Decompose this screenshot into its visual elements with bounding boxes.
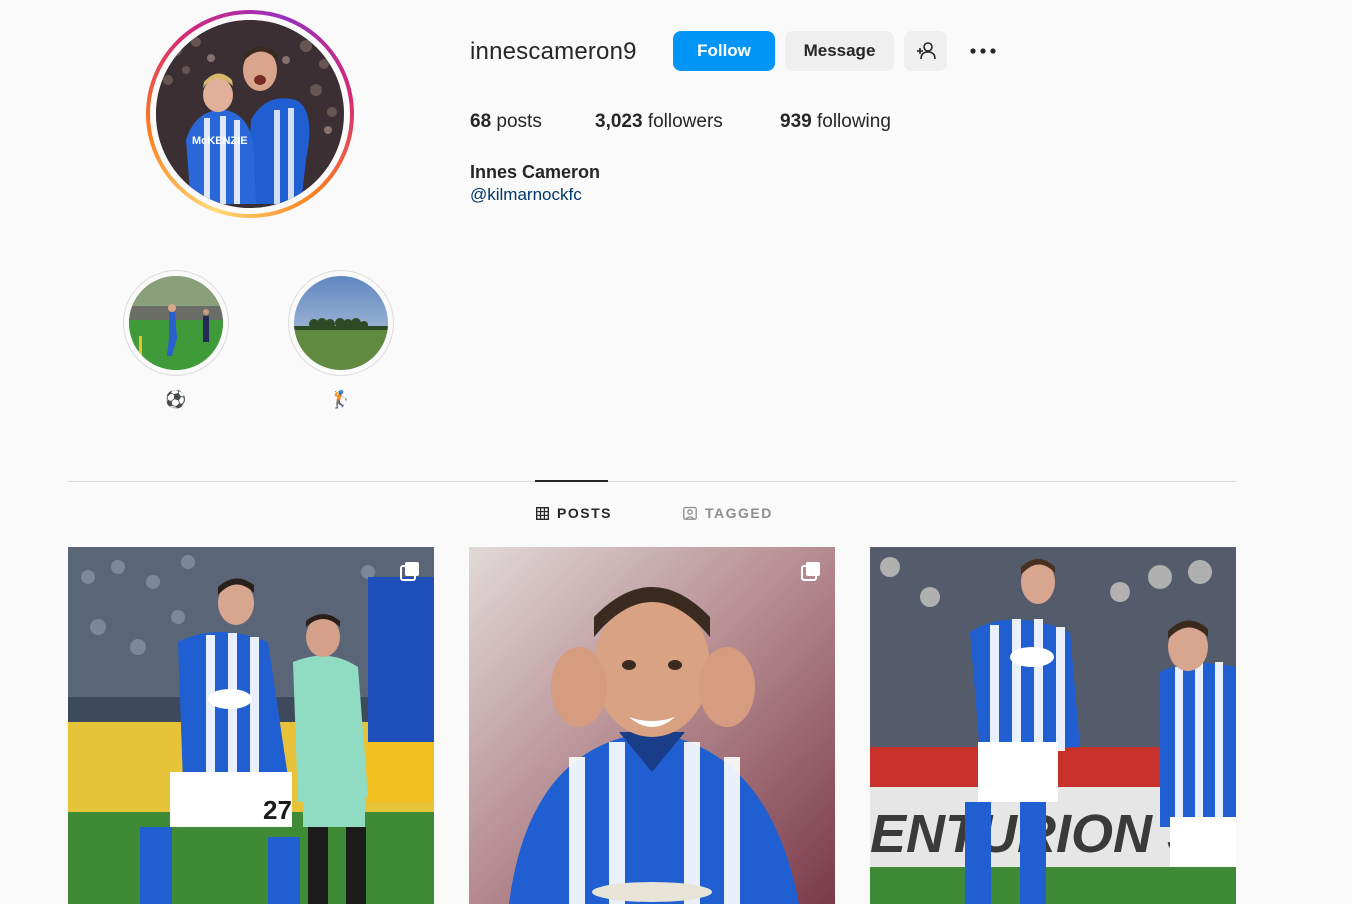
highlight-1[interactable]: ⚽ — [123, 270, 229, 410]
highlight-ring — [123, 270, 229, 376]
more-options-icon — [970, 48, 996, 54]
post-thumbnail[interactable]: 27 — [68, 547, 434, 904]
followers-count: 3,023 — [595, 111, 643, 132]
post-thumbnail[interactable] — [469, 547, 835, 904]
highlight-ring — [288, 270, 394, 376]
avatar-illustration: McKENZIE — [156, 20, 340, 204]
avatar-frame: McKENZIE — [150, 14, 350, 214]
message-button[interactable]: Message — [785, 31, 894, 71]
following-stat[interactable]: 939 following — [780, 111, 891, 133]
highlight-cover-image — [294, 276, 388, 370]
following-label: following — [816, 111, 891, 132]
post-image: ENTURION S — [870, 547, 1236, 904]
follow-button[interactable]: Follow — [673, 31, 775, 71]
highlight-cover — [294, 276, 388, 370]
svg-text:27: 27 — [263, 795, 292, 825]
tab-posts-label: POSTS — [557, 505, 612, 521]
highlight-2[interactable]: 🏌 — [288, 270, 394, 410]
multi-post-icon — [801, 562, 820, 581]
posts-stat: 68 posts — [470, 111, 542, 133]
post-image: 27 — [68, 547, 434, 904]
more-options-button[interactable] — [962, 31, 1004, 71]
tab-posts[interactable]: POSTS — [536, 505, 612, 521]
post-thumbnail[interactable]: ENTURION S — [870, 547, 1236, 904]
multi-post-icon — [400, 562, 419, 581]
highlight-label: ⚽ — [165, 390, 187, 410]
avatar[interactable]: McKENZIE — [156, 20, 344, 208]
profile-full-name: Innes Cameron — [470, 162, 601, 182]
profile-page: McKENZIE innescameron9 Follow Message 68… — [0, 0, 1352, 904]
highlight-cover-image — [129, 276, 223, 370]
grid-icon — [536, 506, 549, 520]
bio-mention-link[interactable]: @kilmarnockfc — [470, 185, 582, 205]
highlight-label: 🏌 — [330, 390, 352, 410]
followers-label: followers — [647, 111, 723, 132]
highlight-cover — [129, 276, 223, 370]
posts-count: 68 — [470, 111, 492, 132]
active-tab-indicator — [535, 480, 608, 482]
following-count: 939 — [780, 111, 812, 132]
tab-tagged[interactable]: TAGGED — [683, 505, 773, 521]
tagged-icon — [683, 506, 697, 520]
tab-tagged-label: TAGGED — [705, 505, 773, 521]
story-ring[interactable]: McKENZIE — [146, 10, 354, 218]
posts-label: posts — [496, 111, 542, 132]
add-user-icon — [916, 42, 936, 60]
followers-stat[interactable]: 3,023 followers — [595, 111, 723, 133]
post-image — [469, 547, 835, 904]
suggested-accounts-button[interactable] — [904, 31, 947, 71]
tabs-divider — [68, 481, 1236, 482]
svg-text:McKENZIE: McKENZIE — [192, 135, 248, 147]
profile-username: innescameron9 — [470, 38, 637, 65]
